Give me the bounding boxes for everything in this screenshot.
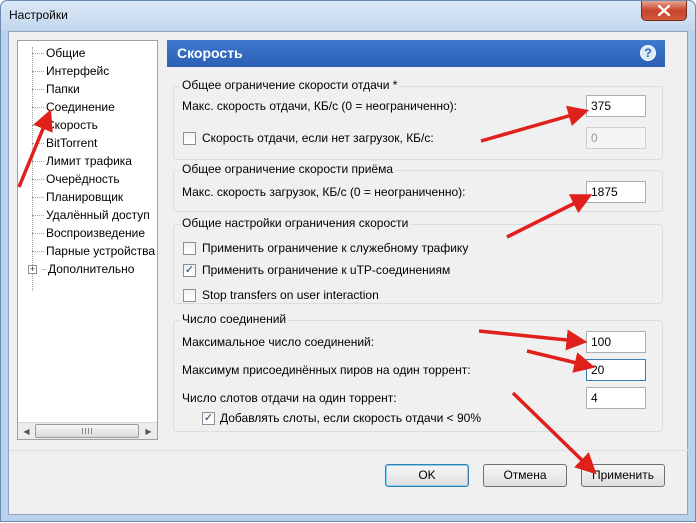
tree-item-label: Дополнительно xyxy=(48,262,135,276)
scroll-left-icon[interactable]: ◀ xyxy=(18,423,35,439)
tree-item-bittorrent[interactable]: BitTorrent xyxy=(18,134,97,152)
tree-item-connection[interactable]: Соединение xyxy=(18,98,115,116)
cancel-button[interactable]: Отмена xyxy=(483,464,567,487)
utp-checkbox[interactable]: ✓ xyxy=(183,264,196,277)
tree-item-label: Папки xyxy=(46,82,80,96)
speed-panel: Скорость ? Общее ограничение скорости от… xyxy=(167,40,665,440)
overhead-label: Применить ограничение к служебному трафи… xyxy=(202,241,469,255)
tree-item-label: Удалённый доступ xyxy=(46,208,150,222)
general-limit-group: Общие настройки ограничения скорости При… xyxy=(173,216,663,304)
close-icon xyxy=(658,5,670,16)
tree-item-scheduler[interactable]: Планировщик xyxy=(18,188,123,206)
tree-item-label: Общие xyxy=(46,46,86,60)
title-bar[interactable]: Настройки xyxy=(1,1,695,31)
group-title: Число соединений xyxy=(180,312,289,326)
connections-group: Число соединений Максимальное число соед… xyxy=(173,312,663,432)
max-peers-label: Максимум присоединённых пиров на один то… xyxy=(182,363,471,377)
tree-item-label: Воспроизведение xyxy=(46,226,146,240)
tree-item-paired-devices[interactable]: Парные устройства xyxy=(18,242,155,260)
max-upload-label: Макс. скорость отдачи, КБ/с (0 = неогран… xyxy=(182,99,457,113)
upload-limit-group: Общее ограничение скорости отдачи * Макс… xyxy=(173,78,663,160)
stop-transfers-label: Stop transfers on user interaction xyxy=(202,288,379,302)
tree-item-remote[interactable]: Удалённый доступ xyxy=(18,206,150,224)
tree-item-label: Соединение xyxy=(46,100,115,114)
apply-button[interactable]: Применить xyxy=(581,464,665,487)
tree-item-traffic-limit[interactable]: Лимит трафика xyxy=(18,152,132,170)
max-download-input[interactable]: 1875 xyxy=(586,181,646,203)
overhead-checkbox[interactable] xyxy=(183,242,196,255)
upload-slots-input[interactable]: 4 xyxy=(586,387,646,409)
tree-item-label: Скорость xyxy=(46,118,98,132)
download-limit-group: Общее ограничение скорости приёма Макс. … xyxy=(173,162,663,212)
button-divider xyxy=(9,450,689,451)
tree-item-speed[interactable]: Скорость xyxy=(18,116,98,134)
settings-tree[interactable]: Общие Интерфейс Папки Соединение Скорост… xyxy=(17,40,158,440)
group-title: Общее ограничение скорости отдачи * xyxy=(180,78,400,92)
tree-item-label: Лимит трафика xyxy=(46,154,132,168)
extra-slots-label: Добавлять слоты, если скорость отдачи < … xyxy=(220,411,481,425)
max-download-label: Макс. скорость загрузок, КБ/с (0 = неогр… xyxy=(182,185,466,199)
tree-item-playback[interactable]: Воспроизведение xyxy=(18,224,145,242)
stop-transfers-checkbox[interactable] xyxy=(183,289,196,302)
tree-item-advanced[interactable]: + Дополнительно xyxy=(18,260,134,278)
tree-item-general[interactable]: Общие xyxy=(18,44,85,62)
tree-item-label: Интерфейс xyxy=(46,64,110,78)
tree-item-label: Парные устройства xyxy=(46,244,156,258)
window-title: Настройки xyxy=(9,8,68,22)
group-title: Общие настройки ограничения скорости xyxy=(180,216,411,230)
scroll-thumb[interactable] xyxy=(35,424,139,438)
upload-no-download-checkbox[interactable] xyxy=(183,132,196,145)
plus-icon[interactable]: + xyxy=(28,265,37,274)
scroll-right-icon[interactable]: ▶ xyxy=(140,423,157,439)
upload-no-download-label: Скорость отдачи, если нет загрузок, КБ/с… xyxy=(202,131,434,145)
tree-item-interface[interactable]: Интерфейс xyxy=(18,62,109,80)
max-upload-input[interactable]: 375 xyxy=(586,95,646,117)
close-button[interactable] xyxy=(641,1,687,21)
extra-slots-checkbox[interactable]: ✓ xyxy=(202,412,215,425)
max-connections-input[interactable]: 100 xyxy=(586,331,646,353)
panel-title: Скорость xyxy=(177,45,243,61)
max-peers-input[interactable]: 20 xyxy=(586,359,646,381)
utp-label: Применить ограничение к uTP-соединениям xyxy=(202,263,451,277)
horizontal-scrollbar[interactable]: ◀ ▶ xyxy=(18,422,157,439)
tree-item-label: BitTorrent xyxy=(46,136,98,150)
ok-button[interactable]: OK xyxy=(385,464,469,487)
settings-window: Настройки Общие Интерфейс Папки Соединен… xyxy=(0,0,696,522)
tree-item-queueing[interactable]: Очерёдность xyxy=(18,170,120,188)
group-title: Общее ограничение скорости приёма xyxy=(180,162,396,176)
panel-header: Скорость ? xyxy=(167,40,665,67)
tree-item-label: Планировщик xyxy=(46,190,124,204)
upload-no-download-input[interactable]: 0 xyxy=(586,127,646,149)
max-connections-label: Максимальное число соединений: xyxy=(182,335,375,349)
upload-slots-label: Число слотов отдачи на один торрент: xyxy=(182,391,397,405)
tree-item-folders[interactable]: Папки xyxy=(18,80,80,98)
help-icon[interactable]: ? xyxy=(640,45,656,61)
dialog-client: Общие Интерфейс Папки Соединение Скорост… xyxy=(8,31,689,515)
tree-item-label: Очерёдность xyxy=(46,172,120,186)
